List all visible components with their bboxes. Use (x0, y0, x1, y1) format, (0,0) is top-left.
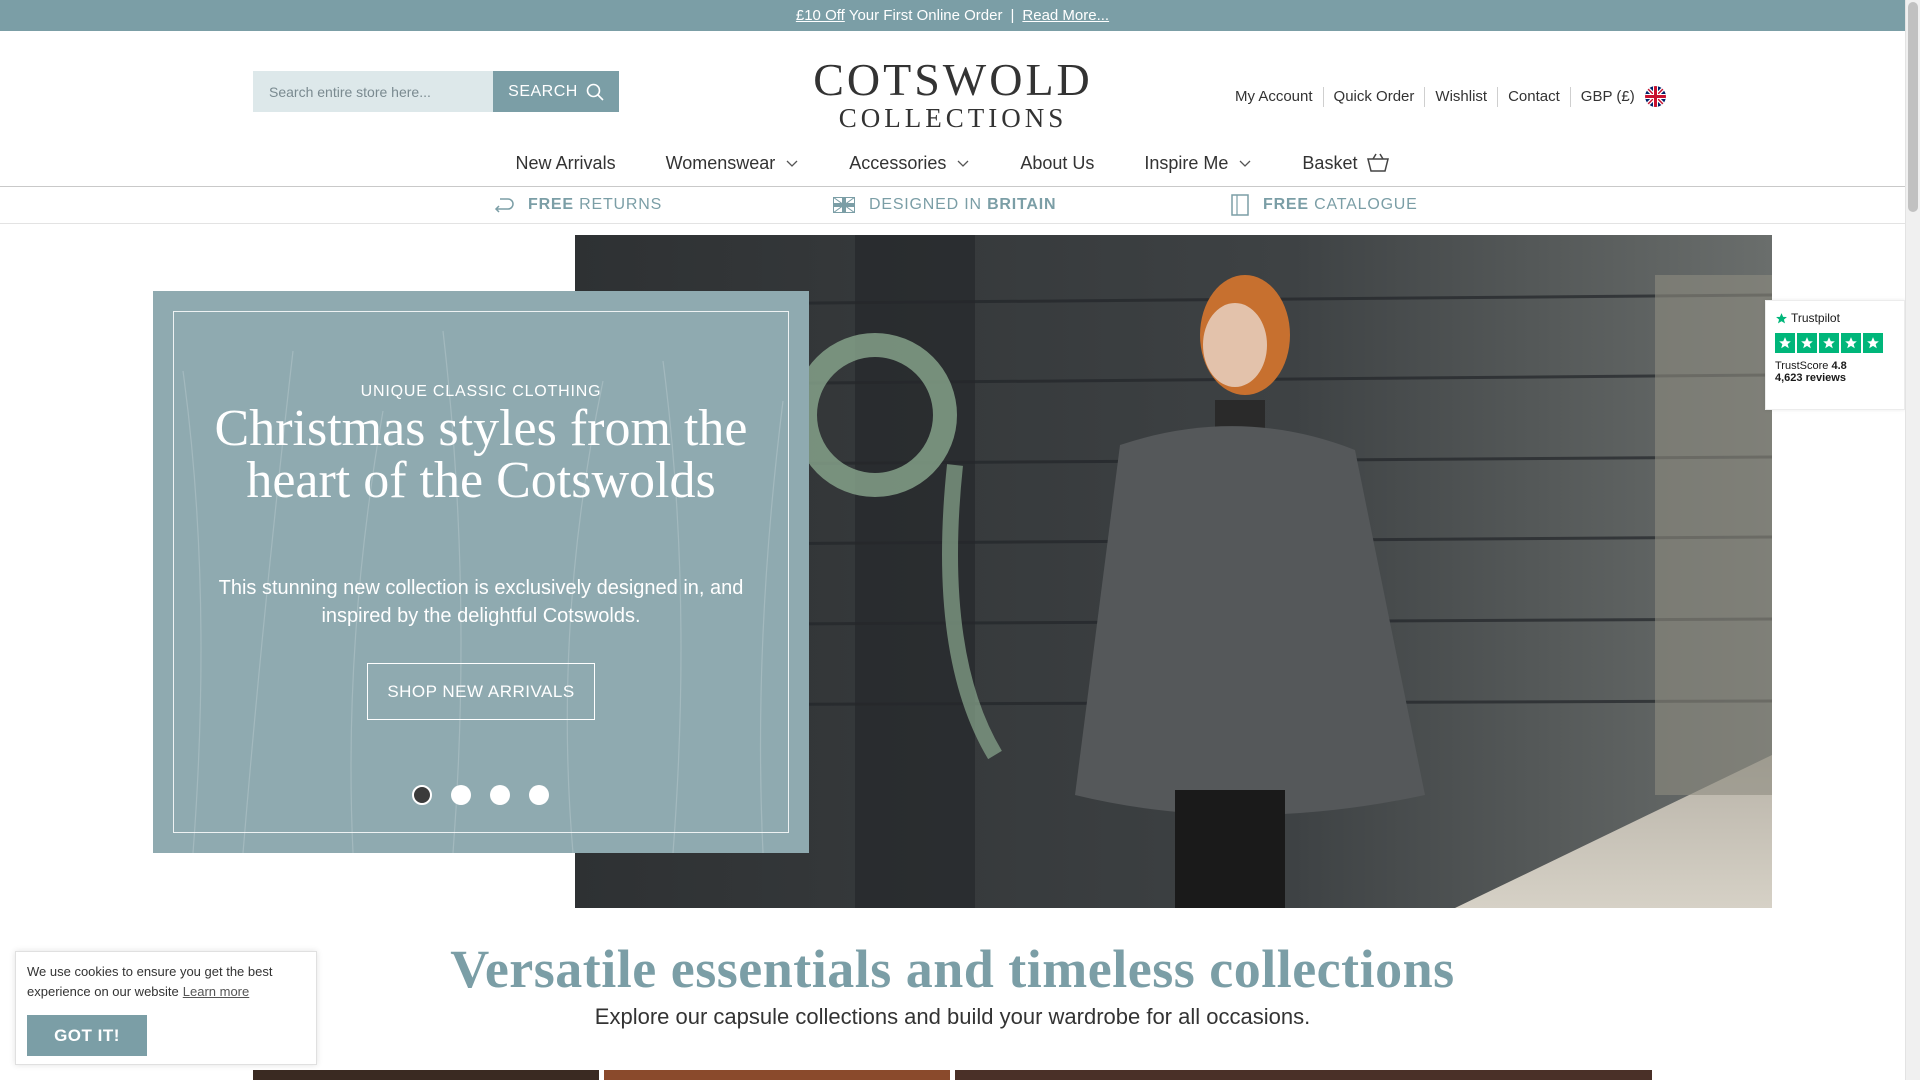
star-icon (1841, 333, 1861, 353)
chevron-down-icon (786, 160, 798, 167)
logo-line-2: COLLECTIONS (838, 103, 1068, 133)
nav-new-arrivals[interactable]: New Arrivals (491, 153, 641, 174)
uk-flag-icon (1644, 86, 1666, 107)
search-form: SEARCH (253, 71, 619, 112)
search-button-label: SEARCH (508, 82, 578, 100)
hero-eyebrow: UNIQUE CLASSIC CLOTHING (360, 383, 602, 400)
hero-panel: UNIQUE CLASSIC CLOTHING Christmas styles… (153, 291, 809, 853)
usp-text: DESIGNED IN (869, 196, 982, 213)
nav-label: Basket (1302, 152, 1358, 173)
wishlist-link[interactable]: Wishlist (1425, 86, 1499, 107)
trustpilot-reviews: 4,623 reviews (1775, 372, 1846, 384)
trustpilot-name: Trustpilot (1791, 311, 1840, 325)
usp-free-catalogue[interactable]: FREE CATALOGUE (1231, 194, 1418, 216)
nav-womenswear[interactable]: Womenswear (641, 153, 825, 174)
nav-inspire-me[interactable]: Inspire Me (1119, 153, 1277, 174)
promo-offer-link[interactable]: £10 Off (796, 7, 845, 24)
star-icon (1819, 333, 1839, 353)
trustpilot-brand: Trustpilot (1775, 311, 1895, 325)
trustpilot-score: TrustScore 4.8 (1775, 360, 1895, 372)
chevron-down-icon (957, 160, 969, 167)
collection-tile[interactable] (253, 1070, 599, 1080)
carousel-dot-3[interactable] (490, 785, 510, 805)
nav-accessories[interactable]: Accessories (824, 153, 995, 174)
carousel-dot-1[interactable] (412, 785, 432, 805)
collection-tile[interactable] (955, 1070, 1652, 1080)
promo-read-more-link[interactable]: Read More... (1022, 7, 1109, 24)
currency-label: GBP (£) (1580, 87, 1635, 105)
trustscore-value: 4.8 (1831, 360, 1847, 372)
star-icon (1863, 333, 1883, 353)
cookie-banner: We use cookies to ensure you get the bes… (15, 951, 317, 1065)
nav-basket[interactable]: Basket (1277, 153, 1414, 174)
basket-icon (1367, 153, 1390, 172)
search-input[interactable] (253, 71, 493, 112)
promo-bar: £10 Off Your First Online Order | Read M… (0, 0, 1905, 31)
collection-tile[interactable] (604, 1070, 950, 1080)
promo-text: Your First Online Order (848, 7, 1003, 24)
my-account-link[interactable]: My Account (1226, 86, 1324, 107)
usp-bold: BRITAIN (987, 196, 1057, 213)
trustpilot-star-icon (1776, 312, 1787, 323)
union-flag-icon (833, 197, 855, 213)
contact-link[interactable]: Contact (1498, 86, 1571, 107)
logo-line-1: COTSWOLD (813, 54, 1093, 105)
usp-free-returns[interactable]: FREE RETURNS (492, 195, 662, 215)
usp-bold: FREE (528, 196, 574, 213)
cookie-learn-more-link[interactable]: Learn more (183, 984, 249, 999)
search-icon (586, 83, 604, 101)
nav-label: Accessories (849, 152, 947, 173)
catalogue-icon (1231, 194, 1249, 216)
usp-bar: FREE RETURNS DESIGNED IN BRITAIN FREE CA… (0, 187, 1905, 224)
trustpilot-widget[interactable]: Trustpilot TrustScore 4.8 4,623 reviews (1765, 300, 1905, 410)
site-logo[interactable]: COTSWOLD COLLECTIONS (800, 54, 1106, 133)
nav-about-us[interactable]: About Us (995, 153, 1119, 174)
return-arrow-icon (494, 198, 514, 213)
chevron-down-icon (1239, 160, 1251, 167)
hero-title: Christmas styles from the heart of the C… (214, 400, 748, 509)
scrollbar-thumb[interactable] (1908, 2, 1918, 212)
nav-label: Inspire Me (1144, 152, 1229, 173)
cookie-accept-button[interactable]: GOT IT! (27, 1015, 147, 1056)
usp-text: RETURNS (579, 196, 663, 213)
account-links: My Account Quick Order Wishlist Contact … (1226, 86, 1676, 107)
carousel-dot-4[interactable] (529, 785, 549, 805)
promo-separator: | (1010, 7, 1015, 24)
trustscore-label: TrustScore (1775, 360, 1829, 372)
main-navigation: New Arrivals Womenswear Accessories Abou… (0, 141, 1905, 185)
nav-label: New Arrivals (515, 152, 616, 173)
carousel-dots (412, 785, 549, 805)
nav-label: Womenswear (665, 152, 776, 173)
page-scrollbar[interactable] (1905, 0, 1920, 1080)
nav-label: About Us (1020, 152, 1095, 173)
shop-new-arrivals-button[interactable]: SHOP NEW ARRIVALS (367, 663, 595, 720)
hero-description: This stunning new collection is exclusiv… (218, 577, 744, 627)
quick-order-link[interactable]: Quick Order (1324, 86, 1426, 107)
trustpilot-stars (1775, 333, 1895, 353)
usp-text: CATALOGUE (1314, 196, 1418, 213)
collection-tiles (253, 1070, 1652, 1080)
star-icon (1797, 333, 1817, 353)
carousel-dot-2[interactable] (451, 785, 471, 805)
currency-switcher[interactable]: GBP (£) (1571, 86, 1676, 107)
search-button[interactable]: SEARCH (493, 71, 619, 112)
star-icon (1775, 333, 1795, 353)
usp-bold: FREE (1263, 196, 1309, 213)
usp-designed-in-britain[interactable]: DESIGNED IN BRITAIN (833, 196, 1056, 214)
